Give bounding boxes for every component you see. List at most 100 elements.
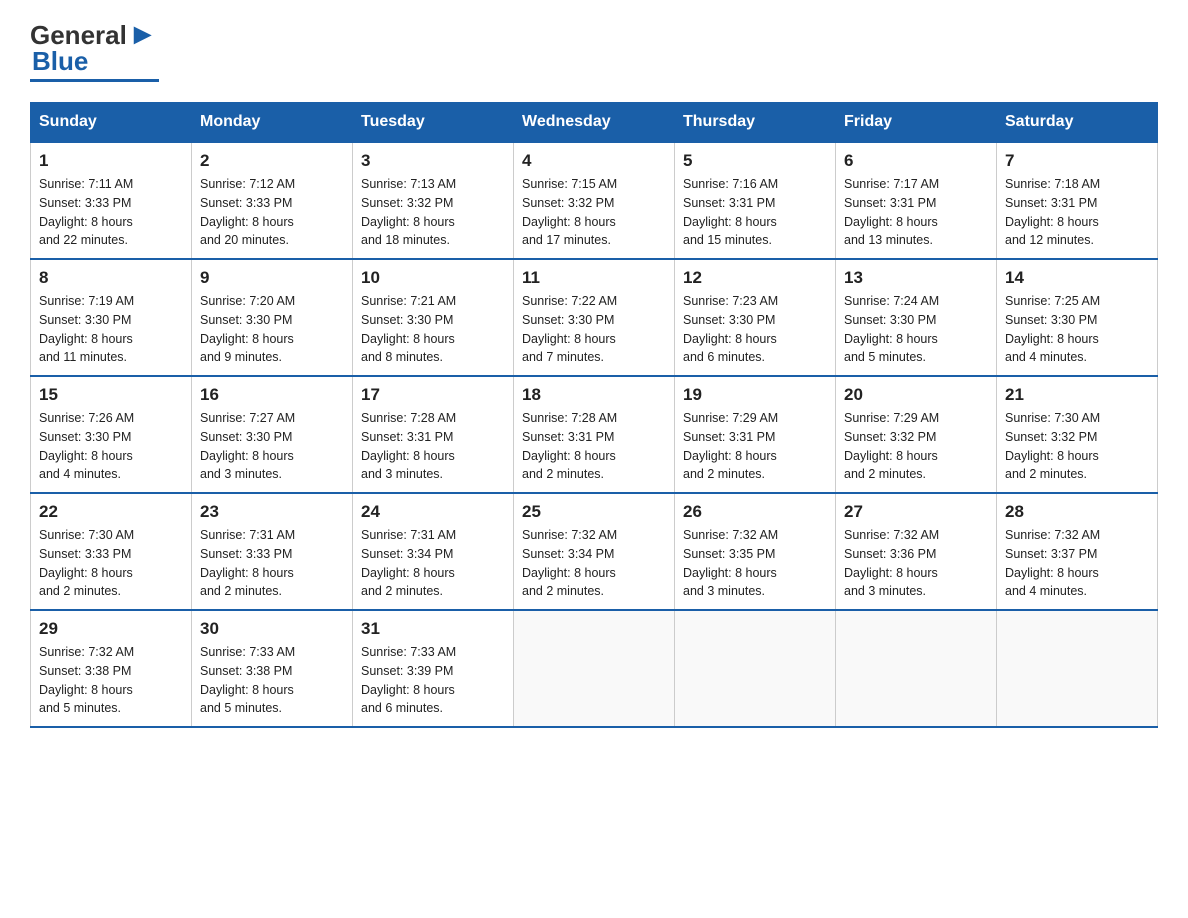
day-info: Sunrise: 7:32 AM Sunset: 3:34 PM Dayligh… <box>522 526 666 601</box>
day-info: Sunrise: 7:13 AM Sunset: 3:32 PM Dayligh… <box>361 175 505 250</box>
column-header-wednesday: Wednesday <box>514 103 675 143</box>
day-number: 19 <box>683 385 827 405</box>
calendar-cell: 19 Sunrise: 7:29 AM Sunset: 3:31 PM Dayl… <box>675 376 836 493</box>
day-number: 10 <box>361 268 505 288</box>
day-number: 31 <box>361 619 505 639</box>
calendar-cell: 30 Sunrise: 7:33 AM Sunset: 3:38 PM Dayl… <box>192 610 353 727</box>
day-info: Sunrise: 7:28 AM Sunset: 3:31 PM Dayligh… <box>522 409 666 484</box>
column-header-saturday: Saturday <box>997 103 1158 143</box>
calendar-cell: 3 Sunrise: 7:13 AM Sunset: 3:32 PM Dayli… <box>353 142 514 259</box>
day-number: 24 <box>361 502 505 522</box>
day-info: Sunrise: 7:31 AM Sunset: 3:34 PM Dayligh… <box>361 526 505 601</box>
day-number: 2 <box>200 151 344 171</box>
day-info: Sunrise: 7:32 AM Sunset: 3:38 PM Dayligh… <box>39 643 183 718</box>
day-info: Sunrise: 7:23 AM Sunset: 3:30 PM Dayligh… <box>683 292 827 367</box>
calendar-week-row: 29 Sunrise: 7:32 AM Sunset: 3:38 PM Dayl… <box>31 610 1158 727</box>
day-number: 13 <box>844 268 988 288</box>
day-info: Sunrise: 7:21 AM Sunset: 3:30 PM Dayligh… <box>361 292 505 367</box>
day-info: Sunrise: 7:19 AM Sunset: 3:30 PM Dayligh… <box>39 292 183 367</box>
calendar-cell: 7 Sunrise: 7:18 AM Sunset: 3:31 PM Dayli… <box>997 142 1158 259</box>
logo-blue-text: Blue <box>32 46 88 77</box>
calendar-cell: 29 Sunrise: 7:32 AM Sunset: 3:38 PM Dayl… <box>31 610 192 727</box>
calendar-cell: 14 Sunrise: 7:25 AM Sunset: 3:30 PM Dayl… <box>997 259 1158 376</box>
calendar-cell: 2 Sunrise: 7:12 AM Sunset: 3:33 PM Dayli… <box>192 142 353 259</box>
day-number: 6 <box>844 151 988 171</box>
day-info: Sunrise: 7:24 AM Sunset: 3:30 PM Dayligh… <box>844 292 988 367</box>
day-info: Sunrise: 7:11 AM Sunset: 3:33 PM Dayligh… <box>39 175 183 250</box>
calendar-cell: 4 Sunrise: 7:15 AM Sunset: 3:32 PM Dayli… <box>514 142 675 259</box>
logo-underline <box>30 79 159 82</box>
calendar-cell: 20 Sunrise: 7:29 AM Sunset: 3:32 PM Dayl… <box>836 376 997 493</box>
day-info: Sunrise: 7:17 AM Sunset: 3:31 PM Dayligh… <box>844 175 988 250</box>
day-info: Sunrise: 7:32 AM Sunset: 3:37 PM Dayligh… <box>1005 526 1149 601</box>
calendar-cell <box>675 610 836 727</box>
calendar-cell: 10 Sunrise: 7:21 AM Sunset: 3:30 PM Dayl… <box>353 259 514 376</box>
day-info: Sunrise: 7:27 AM Sunset: 3:30 PM Dayligh… <box>200 409 344 484</box>
logo-arrow-icon: ► <box>128 20 158 50</box>
day-number: 1 <box>39 151 183 171</box>
day-info: Sunrise: 7:32 AM Sunset: 3:35 PM Dayligh… <box>683 526 827 601</box>
column-header-sunday: Sunday <box>31 103 192 143</box>
day-number: 12 <box>683 268 827 288</box>
calendar-cell: 24 Sunrise: 7:31 AM Sunset: 3:34 PM Dayl… <box>353 493 514 610</box>
day-number: 21 <box>1005 385 1149 405</box>
day-number: 15 <box>39 385 183 405</box>
column-header-tuesday: Tuesday <box>353 103 514 143</box>
day-number: 4 <box>522 151 666 171</box>
day-number: 14 <box>1005 268 1149 288</box>
calendar-week-row: 22 Sunrise: 7:30 AM Sunset: 3:33 PM Dayl… <box>31 493 1158 610</box>
column-header-thursday: Thursday <box>675 103 836 143</box>
day-info: Sunrise: 7:12 AM Sunset: 3:33 PM Dayligh… <box>200 175 344 250</box>
calendar-week-row: 8 Sunrise: 7:19 AM Sunset: 3:30 PM Dayli… <box>31 259 1158 376</box>
calendar-cell: 17 Sunrise: 7:28 AM Sunset: 3:31 PM Dayl… <box>353 376 514 493</box>
calendar-cell: 8 Sunrise: 7:19 AM Sunset: 3:30 PM Dayli… <box>31 259 192 376</box>
calendar-cell: 21 Sunrise: 7:30 AM Sunset: 3:32 PM Dayl… <box>997 376 1158 493</box>
day-number: 18 <box>522 385 666 405</box>
day-number: 29 <box>39 619 183 639</box>
day-number: 27 <box>844 502 988 522</box>
logo-general-text: General <box>30 22 127 48</box>
day-number: 3 <box>361 151 505 171</box>
logo: General ► Blue <box>30 20 159 82</box>
day-info: Sunrise: 7:20 AM Sunset: 3:30 PM Dayligh… <box>200 292 344 367</box>
day-number: 5 <box>683 151 827 171</box>
calendar-cell: 12 Sunrise: 7:23 AM Sunset: 3:30 PM Dayl… <box>675 259 836 376</box>
calendar-header-row: SundayMondayTuesdayWednesdayThursdayFrid… <box>31 103 1158 143</box>
calendar-week-row: 1 Sunrise: 7:11 AM Sunset: 3:33 PM Dayli… <box>31 142 1158 259</box>
calendar-cell: 27 Sunrise: 7:32 AM Sunset: 3:36 PM Dayl… <box>836 493 997 610</box>
day-info: Sunrise: 7:30 AM Sunset: 3:32 PM Dayligh… <box>1005 409 1149 484</box>
calendar-cell: 18 Sunrise: 7:28 AM Sunset: 3:31 PM Dayl… <box>514 376 675 493</box>
calendar-cell: 15 Sunrise: 7:26 AM Sunset: 3:30 PM Dayl… <box>31 376 192 493</box>
day-number: 22 <box>39 502 183 522</box>
day-number: 17 <box>361 385 505 405</box>
calendar-cell: 22 Sunrise: 7:30 AM Sunset: 3:33 PM Dayl… <box>31 493 192 610</box>
day-number: 25 <box>522 502 666 522</box>
column-header-monday: Monday <box>192 103 353 143</box>
day-number: 30 <box>200 619 344 639</box>
calendar-cell: 23 Sunrise: 7:31 AM Sunset: 3:33 PM Dayl… <box>192 493 353 610</box>
day-number: 7 <box>1005 151 1149 171</box>
day-number: 11 <box>522 268 666 288</box>
calendar-cell <box>514 610 675 727</box>
calendar-week-row: 15 Sunrise: 7:26 AM Sunset: 3:30 PM Dayl… <box>31 376 1158 493</box>
day-info: Sunrise: 7:18 AM Sunset: 3:31 PM Dayligh… <box>1005 175 1149 250</box>
day-number: 28 <box>1005 502 1149 522</box>
calendar-cell: 6 Sunrise: 7:17 AM Sunset: 3:31 PM Dayli… <box>836 142 997 259</box>
calendar-cell: 1 Sunrise: 7:11 AM Sunset: 3:33 PM Dayli… <box>31 142 192 259</box>
day-info: Sunrise: 7:32 AM Sunset: 3:36 PM Dayligh… <box>844 526 988 601</box>
day-number: 20 <box>844 385 988 405</box>
calendar-cell: 26 Sunrise: 7:32 AM Sunset: 3:35 PM Dayl… <box>675 493 836 610</box>
calendar-cell: 25 Sunrise: 7:32 AM Sunset: 3:34 PM Dayl… <box>514 493 675 610</box>
calendar-cell: 9 Sunrise: 7:20 AM Sunset: 3:30 PM Dayli… <box>192 259 353 376</box>
calendar-cell: 11 Sunrise: 7:22 AM Sunset: 3:30 PM Dayl… <box>514 259 675 376</box>
day-info: Sunrise: 7:26 AM Sunset: 3:30 PM Dayligh… <box>39 409 183 484</box>
calendar-cell: 5 Sunrise: 7:16 AM Sunset: 3:31 PM Dayli… <box>675 142 836 259</box>
day-number: 9 <box>200 268 344 288</box>
day-info: Sunrise: 7:29 AM Sunset: 3:31 PM Dayligh… <box>683 409 827 484</box>
day-info: Sunrise: 7:15 AM Sunset: 3:32 PM Dayligh… <box>522 175 666 250</box>
calendar-cell: 28 Sunrise: 7:32 AM Sunset: 3:37 PM Dayl… <box>997 493 1158 610</box>
day-number: 26 <box>683 502 827 522</box>
day-info: Sunrise: 7:28 AM Sunset: 3:31 PM Dayligh… <box>361 409 505 484</box>
calendar-cell: 31 Sunrise: 7:33 AM Sunset: 3:39 PM Dayl… <box>353 610 514 727</box>
day-number: 8 <box>39 268 183 288</box>
